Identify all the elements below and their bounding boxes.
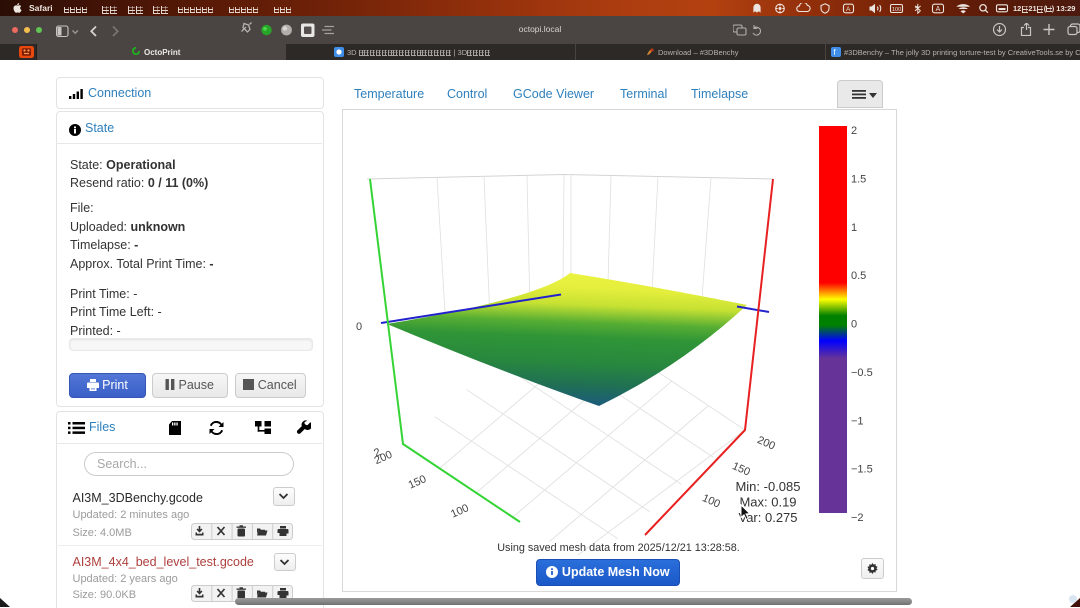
svg-text:150: 150: [407, 473, 429, 491]
svg-text:150: 150: [730, 460, 752, 478]
svg-text:Max: 0.19: Max: 0.19: [739, 495, 796, 510]
svg-text:Min: -0.085: Min: -0.085: [735, 479, 800, 494]
svg-text:0: 0: [851, 319, 857, 331]
svg-text:−2: −2: [851, 512, 864, 524]
svg-text:1.5: 1.5: [851, 173, 866, 185]
svg-text:200: 200: [755, 434, 777, 452]
svg-text:2: 2: [851, 125, 857, 137]
svg-text:0: 0: [356, 321, 362, 333]
svg-text:−0.5: −0.5: [851, 367, 873, 379]
svg-text:0.5: 0.5: [851, 270, 866, 282]
svg-text:100: 100: [449, 502, 471, 520]
svg-text:100: 100: [700, 492, 722, 510]
svg-text:1: 1: [851, 222, 857, 234]
svg-text:A: A: [846, 6, 851, 13]
svg-text:A: A: [936, 6, 941, 13]
svg-text:−1.5: −1.5: [851, 464, 873, 476]
svg-text:−1: −1: [851, 415, 864, 427]
svg-text:100: 100: [892, 7, 901, 13]
